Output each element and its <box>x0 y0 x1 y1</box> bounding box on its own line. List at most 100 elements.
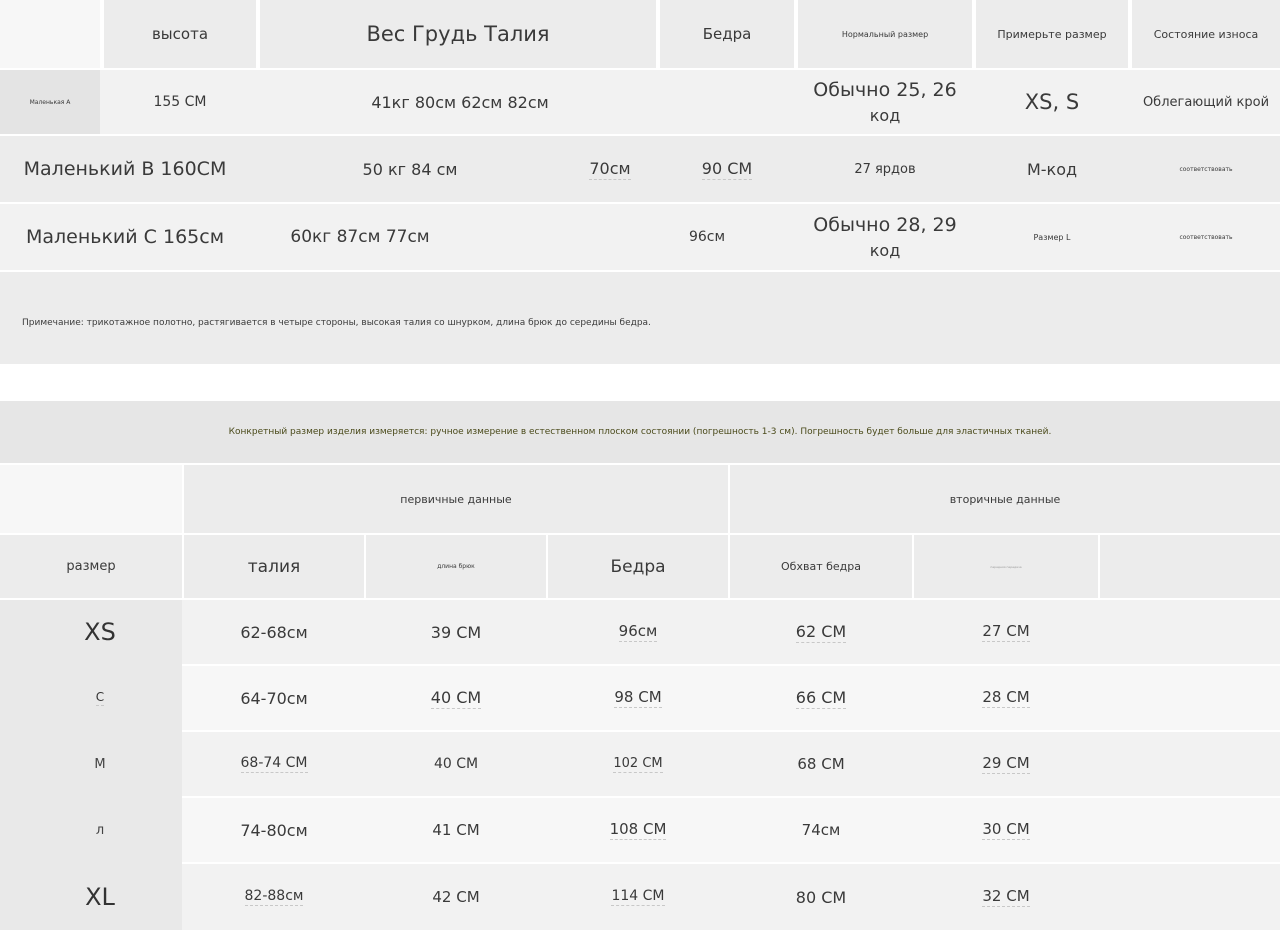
col-empty-cell <box>1100 535 1280 598</box>
header-try-size: Примерьте размер <box>997 27 1107 41</box>
row-c-try: Размер L <box>1033 232 1071 242</box>
row-a-normal-line1: Обычно 25, 26 <box>813 79 957 101</box>
thigh-value: 80 СМ <box>795 887 847 907</box>
row-c-label-cell: Маленький С 165см <box>0 204 250 270</box>
row-b-try: М-код <box>1026 159 1078 179</box>
waist-value: 64-70см <box>240 688 308 708</box>
size-label: XL <box>85 883 115 911</box>
hips-cell: 96см <box>548 600 728 664</box>
row-b-hips: 90 СМ <box>701 158 753 180</box>
thigh-value: 62 СМ <box>795 621 847 643</box>
header-height-cell: высота <box>104 0 256 68</box>
length-value: 39 СМ <box>430 622 482 642</box>
col-size-cell: размер <box>0 535 182 598</box>
note-text: Примечание: трикотажное полотно, растяги… <box>22 318 651 328</box>
waist-cell: 74-80см <box>184 798 364 862</box>
length-value: 42 СМ <box>432 888 480 906</box>
front-rise-value: 32 СМ <box>982 887 1030 907</box>
front-rise-cell: 27 СМ <box>914 600 1098 664</box>
group-secondary-cell: вторичные данные <box>730 465 1280 533</box>
size-cell: XS <box>0 600 200 664</box>
length-value: 40 СМ <box>430 687 482 709</box>
header-normal-size-cell: Нормальный размер <box>798 0 972 68</box>
front-rise-cell: 29 СМ <box>914 732 1098 796</box>
row-c-hips-cell: 96см <box>660 204 754 270</box>
table2-title: Конкретный размер изделия измеряется: ру… <box>228 427 1052 437</box>
hips-value: 96см <box>618 622 658 642</box>
header-normal-size: Нормальный размер <box>841 29 929 39</box>
header-weight-chest-waist: Вес Грудь Талия <box>366 22 550 46</box>
row-b-normal: 27 ярдов <box>854 161 916 177</box>
hips-value: 98 СМ <box>614 688 662 708</box>
header-hips-cell: Бедра <box>660 0 794 68</box>
hips-cell: 114 СМ <box>548 864 728 930</box>
row-b-hips-cell: 90 СМ <box>660 136 794 202</box>
col-hips-cell: Бедра <box>548 535 728 598</box>
row-a-try: XS, S <box>1024 90 1080 114</box>
row-b-try-cell: М-код <box>976 136 1128 202</box>
row-b-waist-cell: 70см <box>560 136 660 202</box>
row-a-label: Маленькая А <box>29 98 71 106</box>
row-a-label-cell: Маленькая А <box>0 70 100 134</box>
length-value: 40 СМ <box>433 756 479 772</box>
col-front-rise: передняя передача <box>990 564 1022 569</box>
size-cell: л <box>0 798 200 862</box>
col-thigh-cell: Обхват бедра <box>730 535 912 598</box>
row-b-waist: 70см <box>589 158 631 180</box>
row-b-measurements: 50 кг 84 см <box>362 159 458 179</box>
header-weight-cell: Вес Грудь Талия <box>260 0 656 68</box>
front-rise-cell: 30 СМ <box>914 798 1098 862</box>
length-cell: 41 СМ <box>366 798 546 862</box>
thigh-cell: 66 СМ <box>730 666 912 730</box>
thigh-cell: 68 СМ <box>730 732 912 796</box>
row-c-label: Маленький С 165см <box>25 226 225 248</box>
waist-value: 82-88см <box>244 888 304 906</box>
thigh-value: 68 СМ <box>797 755 845 773</box>
row-c-wear-cell: соответствовать <box>1132 204 1280 270</box>
front-rise-value: 28 СМ <box>982 688 1030 708</box>
size-cell: XL <box>0 864 200 930</box>
row-c-hips: 96см <box>688 229 726 245</box>
waist-cell: 82-88см <box>184 864 364 930</box>
length-cell: 40 СМ <box>366 666 546 730</box>
thigh-value: 66 СМ <box>795 687 847 709</box>
col-hips: Бедра <box>610 556 666 577</box>
row-a-normal-line2: код <box>869 106 901 125</box>
hips-value: 114 СМ <box>611 888 665 906</box>
row-c-wear: соответствовать <box>1179 233 1233 241</box>
length-cell: 40 СМ <box>366 732 546 796</box>
row-b-label-cell: Маленький В 160СМ <box>0 136 250 202</box>
waist-cell: 68-74 СМ <box>184 732 364 796</box>
size-label: С <box>95 690 105 706</box>
col-waist: талия <box>247 556 301 577</box>
note-text-wrap: Примечание: трикотажное полотно, растяги… <box>22 312 651 328</box>
row-a-wear: Облегающий крой <box>1142 94 1270 110</box>
waist-value: 62-68см <box>240 622 308 642</box>
row-a-height: 155 СМ <box>153 94 207 110</box>
thigh-cell: 62 СМ <box>730 600 912 664</box>
row-b-label: Маленький В 160СМ <box>23 158 227 180</box>
front-rise-value: 29 СМ <box>982 754 1030 774</box>
waist-value: 74-80см <box>240 820 308 840</box>
size-label: XS <box>84 618 116 646</box>
row-a-measurements: 41кг 80см 62см 82см <box>371 92 549 112</box>
row-c-measurements: 60кг 87см 77см <box>290 227 430 247</box>
length-cell: 42 СМ <box>366 864 546 930</box>
table2-title-row: Конкретный размер изделия измеряется: ру… <box>0 401 1280 463</box>
header-try-size-cell: Примерьте размер <box>976 0 1128 68</box>
waist-cell: 64-70см <box>184 666 364 730</box>
col-length-cell: длина брюк <box>366 535 546 598</box>
hips-cell: 98 СМ <box>548 666 728 730</box>
front-rise-value: 27 СМ <box>982 622 1030 642</box>
row-c-measurements-cell: 60кг 87см 77см <box>260 204 460 270</box>
row-b-measurements-cell: 50 кг 84 см <box>260 136 560 202</box>
row-c-normal-line2: код <box>869 241 901 260</box>
header-corner-cell <box>0 0 100 68</box>
group-primary: первичные данные <box>400 492 512 506</box>
group-primary-cell: первичные данные <box>184 465 728 533</box>
header-height: высота <box>151 25 209 43</box>
row-a-height-cell: 155 СМ <box>104 70 256 134</box>
row-a-normal-cell: Обычно 25, 26 код <box>798 70 972 134</box>
front-rise-cell: 28 СМ <box>914 666 1098 730</box>
size-cell: М <box>0 732 200 796</box>
